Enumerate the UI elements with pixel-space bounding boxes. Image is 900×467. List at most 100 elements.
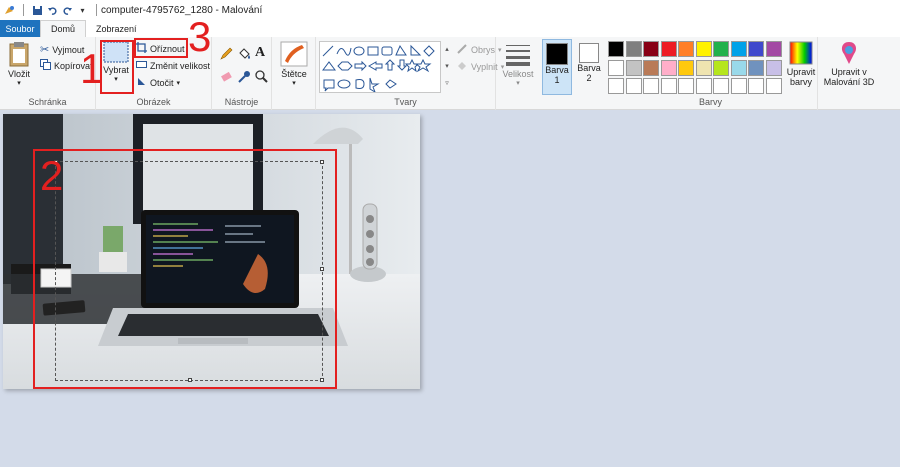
line-width-icon — [504, 41, 532, 69]
color-swatch[interactable] — [713, 41, 729, 57]
paint-app-icon — [4, 5, 15, 16]
cut-button[interactable]: ✂ Vyjmout — [40, 43, 84, 56]
color-swatch[interactable] — [748, 78, 764, 94]
save-icon[interactable] — [32, 5, 43, 16]
window-title: computer-4795762_1280 - Malování — [101, 4, 263, 16]
color-swatch[interactable] — [643, 41, 659, 57]
color2-swatch — [579, 43, 599, 63]
annotation-number-2: 2 — [40, 152, 64, 199]
color-swatch[interactable] — [608, 78, 624, 94]
group-paint3d: Upravit v Malování 3D — [818, 37, 880, 110]
rotate-button[interactable]: Otočit ▾ — [136, 76, 180, 89]
color-swatch[interactable] — [608, 41, 624, 57]
color-swatch[interactable] — [695, 59, 712, 76]
undo-icon[interactable] — [47, 5, 58, 16]
customize-qat-icon[interactable]: ▾ — [77, 5, 88, 16]
eraser-icon[interactable] — [220, 70, 233, 83]
paint3d-label: Upravit v Malování 3D — [823, 67, 875, 87]
color-swatch[interactable] — [660, 59, 677, 76]
tab-home[interactable]: Domů — [40, 20, 87, 37]
paste-label: Vložit — [7, 69, 30, 79]
color-swatch[interactable] — [643, 59, 659, 76]
shapes-scroll[interactable]: ▴ ▾ ▿ — [442, 41, 452, 93]
paste-button[interactable]: Vložit ▾ — [4, 41, 34, 87]
annotation-number-3: 3 — [188, 13, 212, 60]
color-swatch[interactable] — [713, 59, 729, 76]
color-swatch[interactable] — [643, 78, 659, 94]
rotate-icon — [136, 76, 147, 89]
outline-label: Obrys — [471, 45, 496, 55]
group-brushes: Štětce ▾ — [272, 37, 316, 110]
edit-colors-label: Upravit barvy — [786, 67, 816, 87]
color-swatch[interactable] — [713, 78, 729, 94]
scissors-icon: ✂ — [40, 44, 50, 56]
resize-label: Změnit velikost — [150, 60, 211, 71]
color2-button[interactable]: Barva 2 — [575, 39, 603, 95]
color-swatch[interactable] — [625, 78, 642, 94]
brushes-button[interactable]: Štětce ▾ — [278, 41, 310, 87]
color-palette — [608, 41, 788, 97]
color-swatch[interactable] — [765, 41, 782, 57]
color-swatch[interactable] — [748, 41, 764, 57]
color-picker-icon[interactable] — [238, 70, 251, 83]
chevron-down-icon: ▾ — [292, 80, 296, 87]
chevron-down-icon: ▾ — [176, 79, 181, 87]
tab-file[interactable]: Soubor — [0, 20, 40, 37]
group-label: Nástroje — [224, 97, 259, 107]
tab-view[interactable]: Zobrazení — [86, 20, 147, 37]
resize-button[interactable]: Změnit velikost — [136, 59, 210, 72]
outline-button[interactable]: Obrys ▾ — [456, 43, 502, 57]
paint3d-icon — [838, 41, 860, 67]
color-swatch[interactable] — [660, 78, 677, 94]
color-swatch[interactable] — [695, 78, 712, 94]
color-swatch[interactable] — [748, 59, 764, 76]
color-swatch[interactable] — [730, 59, 747, 76]
edit-colors-button[interactable]: Upravit barvy — [784, 41, 818, 87]
color-swatch[interactable] — [625, 59, 642, 76]
text-tool-icon[interactable]: A — [255, 45, 265, 61]
color-swatch[interactable] — [660, 41, 677, 57]
size-label: Velikost — [502, 69, 534, 79]
color-swatch[interactable] — [608, 59, 624, 76]
fill-icon — [456, 60, 468, 74]
magnifier-icon[interactable] — [255, 70, 268, 83]
group-label: Barvy — [698, 97, 722, 107]
brush-icon — [280, 41, 308, 69]
size-button[interactable]: Velikost ▾ — [502, 41, 534, 87]
edit-in-paint3d-button[interactable]: Upravit v Malování 3D — [818, 41, 880, 87]
group-label: Tvary — [394, 97, 417, 107]
color-swatch[interactable] — [678, 41, 694, 57]
title-bar: ▾ computer-4795762_1280 - Malování — [0, 0, 900, 20]
rotate-label: Otočit — [150, 77, 174, 88]
group-tools: A Nástroje — [212, 37, 272, 110]
pencil-icon[interactable] — [220, 47, 233, 60]
brushes-label: Štětce — [281, 69, 307, 79]
color-swatch[interactable] — [678, 59, 694, 76]
color-swatch[interactable] — [765, 78, 782, 94]
group-label: Obrázek — [136, 97, 171, 107]
chevron-down-icon: ▾ — [17, 80, 21, 87]
color2-num: 2 — [586, 73, 592, 83]
color-swatch[interactable] — [765, 59, 782, 76]
outline-icon — [456, 43, 468, 57]
color-swatch[interactable] — [695, 41, 712, 57]
shapes-gallery[interactable] — [319, 41, 441, 94]
color1-num: 1 — [554, 75, 560, 85]
color-swatch[interactable] — [730, 78, 747, 94]
clipboard-icon — [8, 41, 30, 69]
annotation-number-1: 1 — [80, 45, 104, 92]
redo-icon[interactable] — [62, 5, 73, 16]
annotation-box-crop — [134, 38, 188, 58]
rainbow-icon — [789, 41, 813, 67]
separator — [23, 4, 24, 16]
color-swatch[interactable] — [678, 78, 694, 94]
color1-label: Barva — [545, 65, 569, 75]
quick-access-toolbar: ▾ — [0, 4, 101, 16]
color2-label: Barva — [577, 63, 601, 73]
color1-button[interactable]: Barva 1 — [542, 39, 572, 95]
color-swatch[interactable] — [625, 41, 642, 57]
fill-bucket-icon[interactable] — [238, 47, 251, 60]
color-swatch[interactable] — [730, 41, 747, 57]
group-size: Velikost ▾ — [496, 37, 540, 110]
annotation-box-selection — [33, 149, 337, 389]
